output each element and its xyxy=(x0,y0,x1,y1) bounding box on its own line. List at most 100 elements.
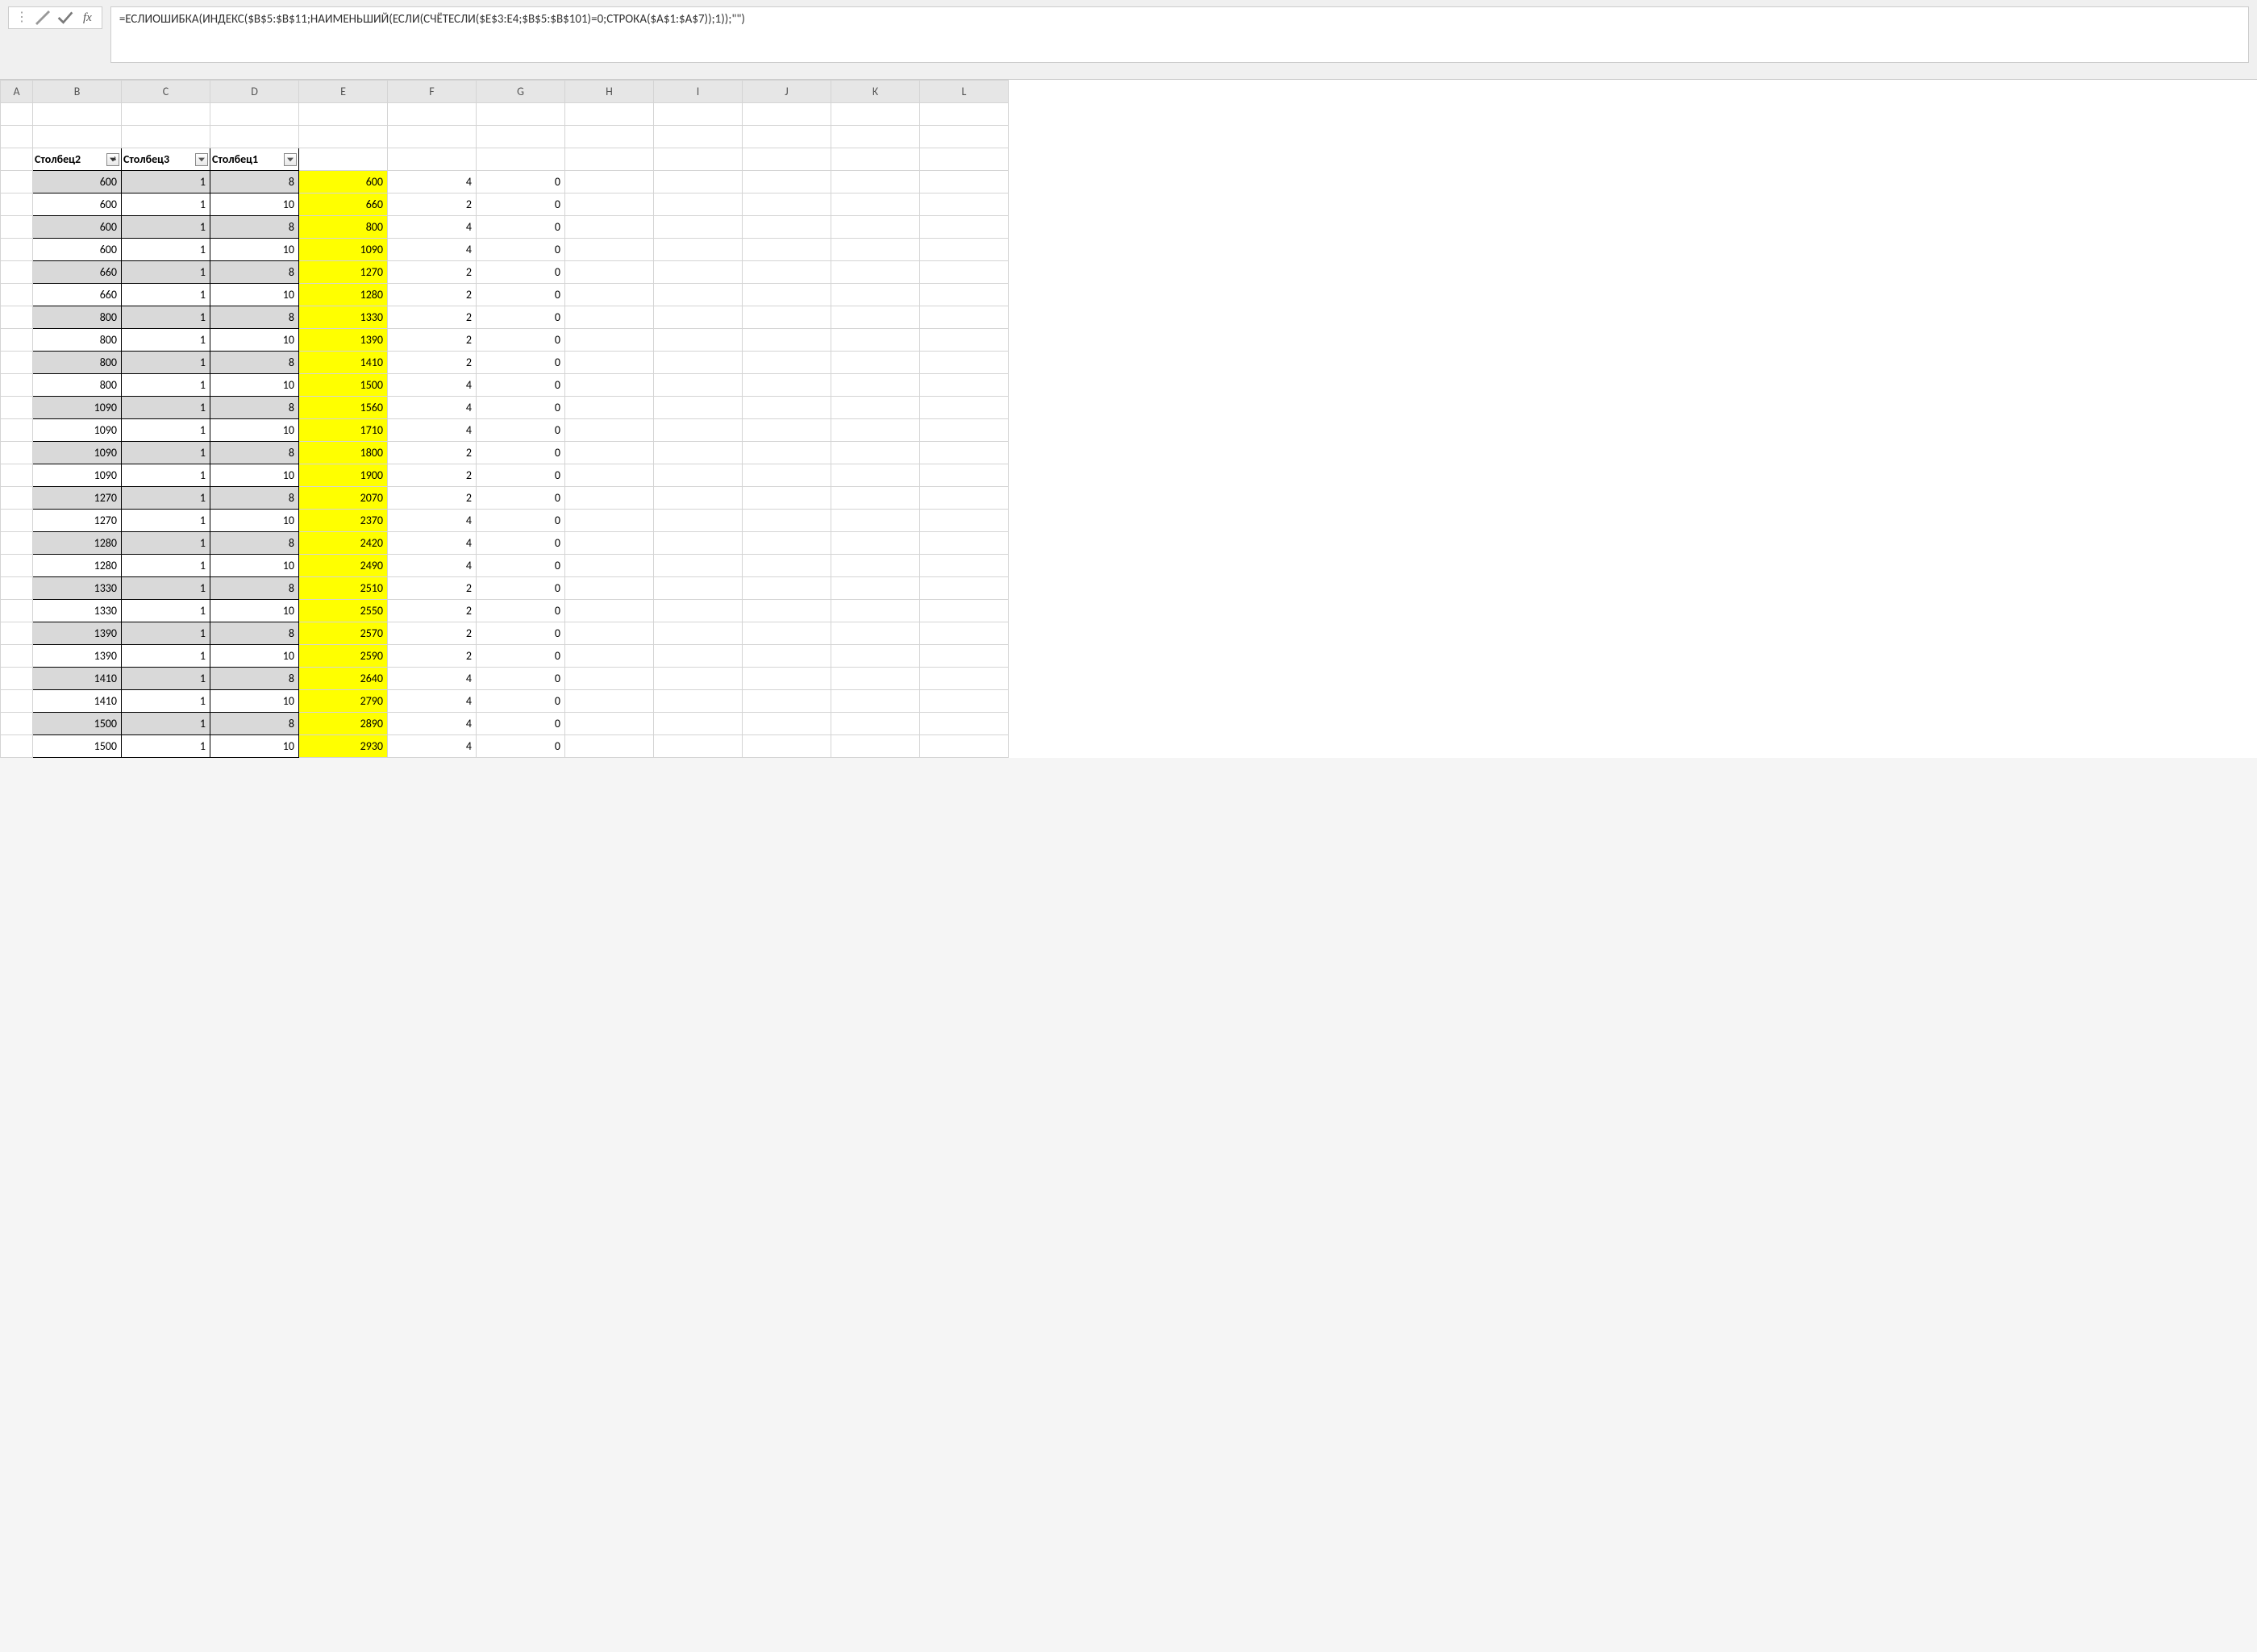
cell[interactable]: 2 xyxy=(388,306,477,329)
cell[interactable] xyxy=(565,171,654,193)
cell[interactable] xyxy=(743,419,831,442)
cell[interactable] xyxy=(654,555,743,577)
cell[interactable] xyxy=(299,126,388,148)
cell[interactable]: 1 xyxy=(122,239,210,261)
cell[interactable] xyxy=(33,103,122,126)
column-header-B[interactable]: B xyxy=(33,81,122,103)
cell[interactable] xyxy=(565,622,654,645)
cell[interactable] xyxy=(831,352,920,374)
cell[interactable]: 1330 xyxy=(33,600,122,622)
cell[interactable] xyxy=(565,464,654,487)
cell[interactable] xyxy=(831,397,920,419)
enter-formula-button[interactable] xyxy=(57,10,73,26)
cell[interactable] xyxy=(654,148,743,171)
cell[interactable] xyxy=(1,374,33,397)
cell[interactable]: 1280 xyxy=(33,532,122,555)
cell[interactable] xyxy=(33,126,122,148)
cell[interactable] xyxy=(920,464,1009,487)
cell[interactable]: 1090 xyxy=(33,397,122,419)
column-header-J[interactable]: J xyxy=(743,81,831,103)
cell[interactable]: 8 xyxy=(210,442,299,464)
cell[interactable] xyxy=(654,442,743,464)
cell[interactable]: 0 xyxy=(477,171,565,193)
cell[interactable]: 0 xyxy=(477,374,565,397)
cell[interactable]: 8 xyxy=(210,668,299,690)
cell[interactable] xyxy=(920,216,1009,239)
cell[interactable] xyxy=(654,464,743,487)
cell[interactable]: 10 xyxy=(210,239,299,261)
cell[interactable] xyxy=(1,239,33,261)
cell[interactable]: 10 xyxy=(210,690,299,713)
cell[interactable]: 1280 xyxy=(33,555,122,577)
cell-highlight[interactable]: 1500 xyxy=(299,374,388,397)
cell[interactable] xyxy=(1,171,33,193)
cell[interactable] xyxy=(565,216,654,239)
cell[interactable]: 1 xyxy=(122,261,210,284)
column-header-A[interactable]: A xyxy=(1,81,33,103)
cell[interactable]: 8 xyxy=(210,713,299,735)
cell[interactable]: 2 xyxy=(388,329,477,352)
cell[interactable]: 800 xyxy=(33,352,122,374)
filter-sort-icon[interactable] xyxy=(106,153,119,166)
cell[interactable]: 2 xyxy=(388,600,477,622)
cell[interactable]: 8 xyxy=(210,577,299,600)
cell[interactable] xyxy=(565,510,654,532)
cell[interactable]: 4 xyxy=(388,397,477,419)
cell[interactable] xyxy=(388,126,477,148)
cell[interactable] xyxy=(477,148,565,171)
cell[interactable]: 1 xyxy=(122,510,210,532)
cell-highlight[interactable]: 1280 xyxy=(299,284,388,306)
cell[interactable] xyxy=(920,735,1009,758)
cell[interactable]: 0 xyxy=(477,352,565,374)
cell[interactable] xyxy=(920,352,1009,374)
cell[interactable] xyxy=(565,306,654,329)
cell[interactable] xyxy=(920,668,1009,690)
cell[interactable] xyxy=(654,577,743,600)
cell[interactable] xyxy=(1,397,33,419)
cell[interactable] xyxy=(831,622,920,645)
cell[interactable] xyxy=(920,148,1009,171)
cell[interactable] xyxy=(654,374,743,397)
cell[interactable]: 1 xyxy=(122,577,210,600)
cell[interactable]: 0 xyxy=(477,239,565,261)
cell[interactable] xyxy=(831,148,920,171)
cell[interactable] xyxy=(920,442,1009,464)
column-header-E[interactable]: E xyxy=(299,81,388,103)
cell[interactable]: 2 xyxy=(388,622,477,645)
cell[interactable] xyxy=(920,600,1009,622)
cell[interactable] xyxy=(1,735,33,758)
cell[interactable] xyxy=(920,577,1009,600)
cell[interactable] xyxy=(743,216,831,239)
cell[interactable] xyxy=(920,532,1009,555)
cell[interactable]: 600 xyxy=(33,216,122,239)
cell[interactable] xyxy=(831,193,920,216)
cell[interactable] xyxy=(654,713,743,735)
cell[interactable] xyxy=(565,284,654,306)
cell[interactable]: 0 xyxy=(477,690,565,713)
cell[interactable]: 1 xyxy=(122,306,210,329)
cell[interactable] xyxy=(831,464,920,487)
cell[interactable]: 0 xyxy=(477,306,565,329)
cell-highlight[interactable]: 2570 xyxy=(299,622,388,645)
cell[interactable]: 1090 xyxy=(33,464,122,487)
cell[interactable] xyxy=(743,329,831,352)
cell[interactable]: 2 xyxy=(388,352,477,374)
cell[interactable] xyxy=(743,352,831,374)
cell[interactable]: 0 xyxy=(477,645,565,668)
cell[interactable] xyxy=(1,284,33,306)
cell[interactable] xyxy=(654,668,743,690)
cell[interactable]: 8 xyxy=(210,171,299,193)
cell[interactable] xyxy=(1,442,33,464)
cell[interactable] xyxy=(831,239,920,261)
cell[interactable] xyxy=(920,329,1009,352)
cell[interactable]: 0 xyxy=(477,713,565,735)
cell[interactable] xyxy=(920,171,1009,193)
cell[interactable] xyxy=(565,487,654,510)
cell[interactable]: 4 xyxy=(388,735,477,758)
cell[interactable]: 0 xyxy=(477,193,565,216)
cell[interactable]: 0 xyxy=(477,464,565,487)
column-header-D[interactable]: D xyxy=(210,81,299,103)
cell[interactable] xyxy=(743,103,831,126)
column-header-L[interactable]: L xyxy=(920,81,1009,103)
cell[interactable]: 0 xyxy=(477,622,565,645)
